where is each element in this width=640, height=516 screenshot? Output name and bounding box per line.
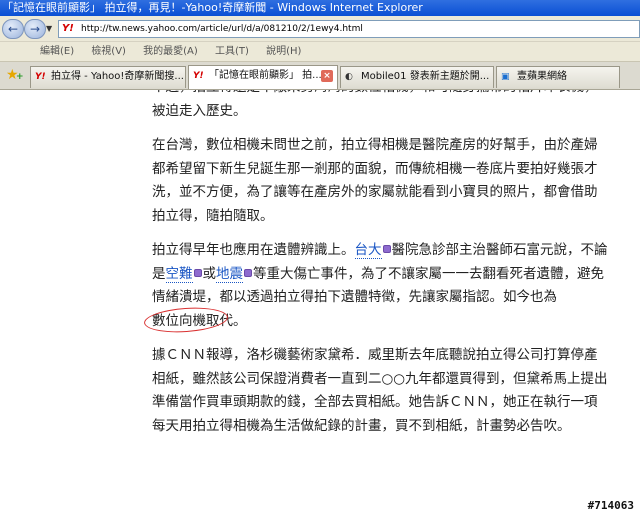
keyword-popup-icon[interactable] — [193, 268, 202, 277]
close-tab-icon[interactable]: × — [321, 70, 333, 82]
circled-phrase: 數位向機 — [143, 304, 229, 335]
tab-yahoo-search[interactable]: Y! 拍立得 - Yahoo!奇摩新聞搜... — [30, 66, 186, 88]
forward-arrow-icon: → — [29, 22, 41, 36]
menu-tools[interactable]: 工具(T) — [208, 42, 256, 62]
yahoo-favicon-icon: Y! — [193, 71, 204, 81]
keyword-popup-icon[interactable] — [382, 245, 391, 253]
navigation-bar: ← → ▼ Y! http://tw.news.yahoo.com/articl… — [0, 16, 640, 42]
red-annotation-circle — [143, 304, 229, 335]
mobile01-favicon-icon: ◐ — [345, 72, 353, 82]
tab-mobile01[interactable]: ◐ Mobile01 發表新主題於開... — [340, 66, 494, 88]
back-arrow-icon: ← — [7, 22, 19, 36]
add-favorite-icon[interactable]: + — [16, 72, 24, 82]
chevron-down-icon: ▼ — [46, 24, 53, 33]
menu-edit[interactable]: 編輯(E) — [0, 42, 81, 62]
keyword-link-air-crash[interactable]: 空難 — [165, 265, 193, 283]
keyword-popup-icon[interactable] — [244, 268, 252, 277]
history-dropdown-button[interactable]: ▼ — [46, 24, 56, 34]
paragraph-text: 拍立得早年也應用在遺體辨識上。 — [152, 242, 355, 258]
article-paragraph: 在台灣，數位相機未問世之前，拍立得相機是醫院產房的好幫手，由於產婦都希望留下新生… — [152, 137, 598, 224]
article-body: 不過，拍立得還是不敵來勢洶洶的數位相機，和可隨身攜帶的相片印表機，被迫走入歷史。… — [143, 90, 610, 449]
menu-favorites[interactable]: 我的最愛(A) — [136, 42, 205, 62]
window-title: 「記憶在眼前顯影」 拍立得，再見！-Yahoo!奇摩新聞 - Windows I… — [2, 1, 423, 14]
address-bar[interactable]: Y! http://tw.news.yahoo.com/article/url/… — [58, 20, 640, 38]
tab-label: 拍立得 - Yahoo!奇摩新聞搜... — [51, 71, 184, 82]
article-paragraph: 不過，拍立得還是不敵來勢洶洶的數位相機，和可隨身攜帶的相片印表機，被迫走入歷史。 — [152, 90, 598, 119]
menu-bar: 編輯(E) 檢視(V) 我的最愛(A) 工具(T) 說明(H) — [0, 42, 640, 62]
article-paragraph: 拍立得早年也應用在遺體辨識上。台大 醫院急診部主治醫師石富元說，不論是空難 或地震等… — [143, 239, 610, 335]
page-favicon-icon: ▣ — [501, 72, 510, 82]
address-url[interactable]: http://tw.news.yahoo.com/article/url/d/a… — [81, 24, 363, 34]
keyword-link-ntu[interactable]: 台大 — [354, 242, 382, 259]
tab-label: 壹蘋果網絡 — [517, 71, 567, 82]
tab-article[interactable]: Y! 「記憶在眼前顯影」 拍... × — [188, 65, 338, 89]
menu-view[interactable]: 檢視(V) — [84, 42, 133, 62]
yahoo-favicon-icon: Y! — [62, 23, 78, 35]
page-content[interactable]: 不過，拍立得還是不敵來勢洶洶的數位相機，和可隨身攜帶的相片印表機，被迫走入歷史。… — [0, 90, 640, 516]
yahoo-favicon-icon: Y! — [35, 72, 46, 82]
keyword-link-earthquake[interactable]: 地震 — [216, 265, 243, 283]
image-watermark: #714063 — [587, 499, 634, 512]
back-button[interactable]: ← — [2, 19, 24, 39]
window-title-bar: 「記憶在眼前顯影」 拍立得，再見！-Yahoo!奇摩新聞 - Windows I… — [0, 0, 640, 16]
article-paragraph: 據ＣＮＮ報導，洛杉磯藝術家黛希．威里斯去年底聽說拍立得公司打算停產相紙，雖然該公… — [152, 347, 608, 434]
paragraph-text: 或 — [202, 265, 217, 282]
tab-bar: ★ + Y! 拍立得 - Yahoo!奇摩新聞搜... Y! 「記憶在眼前顯影」… — [0, 62, 640, 90]
menu-help[interactable]: 說明(H) — [259, 42, 308, 62]
tab-label: 「記憶在眼前顯影」 拍... — [209, 70, 322, 81]
forward-button[interactable]: → — [24, 19, 46, 39]
tab-apple-daily[interactable]: ▣ 壹蘋果網絡 — [496, 66, 620, 88]
tab-label: Mobile01 發表新主題於開... — [361, 71, 490, 82]
